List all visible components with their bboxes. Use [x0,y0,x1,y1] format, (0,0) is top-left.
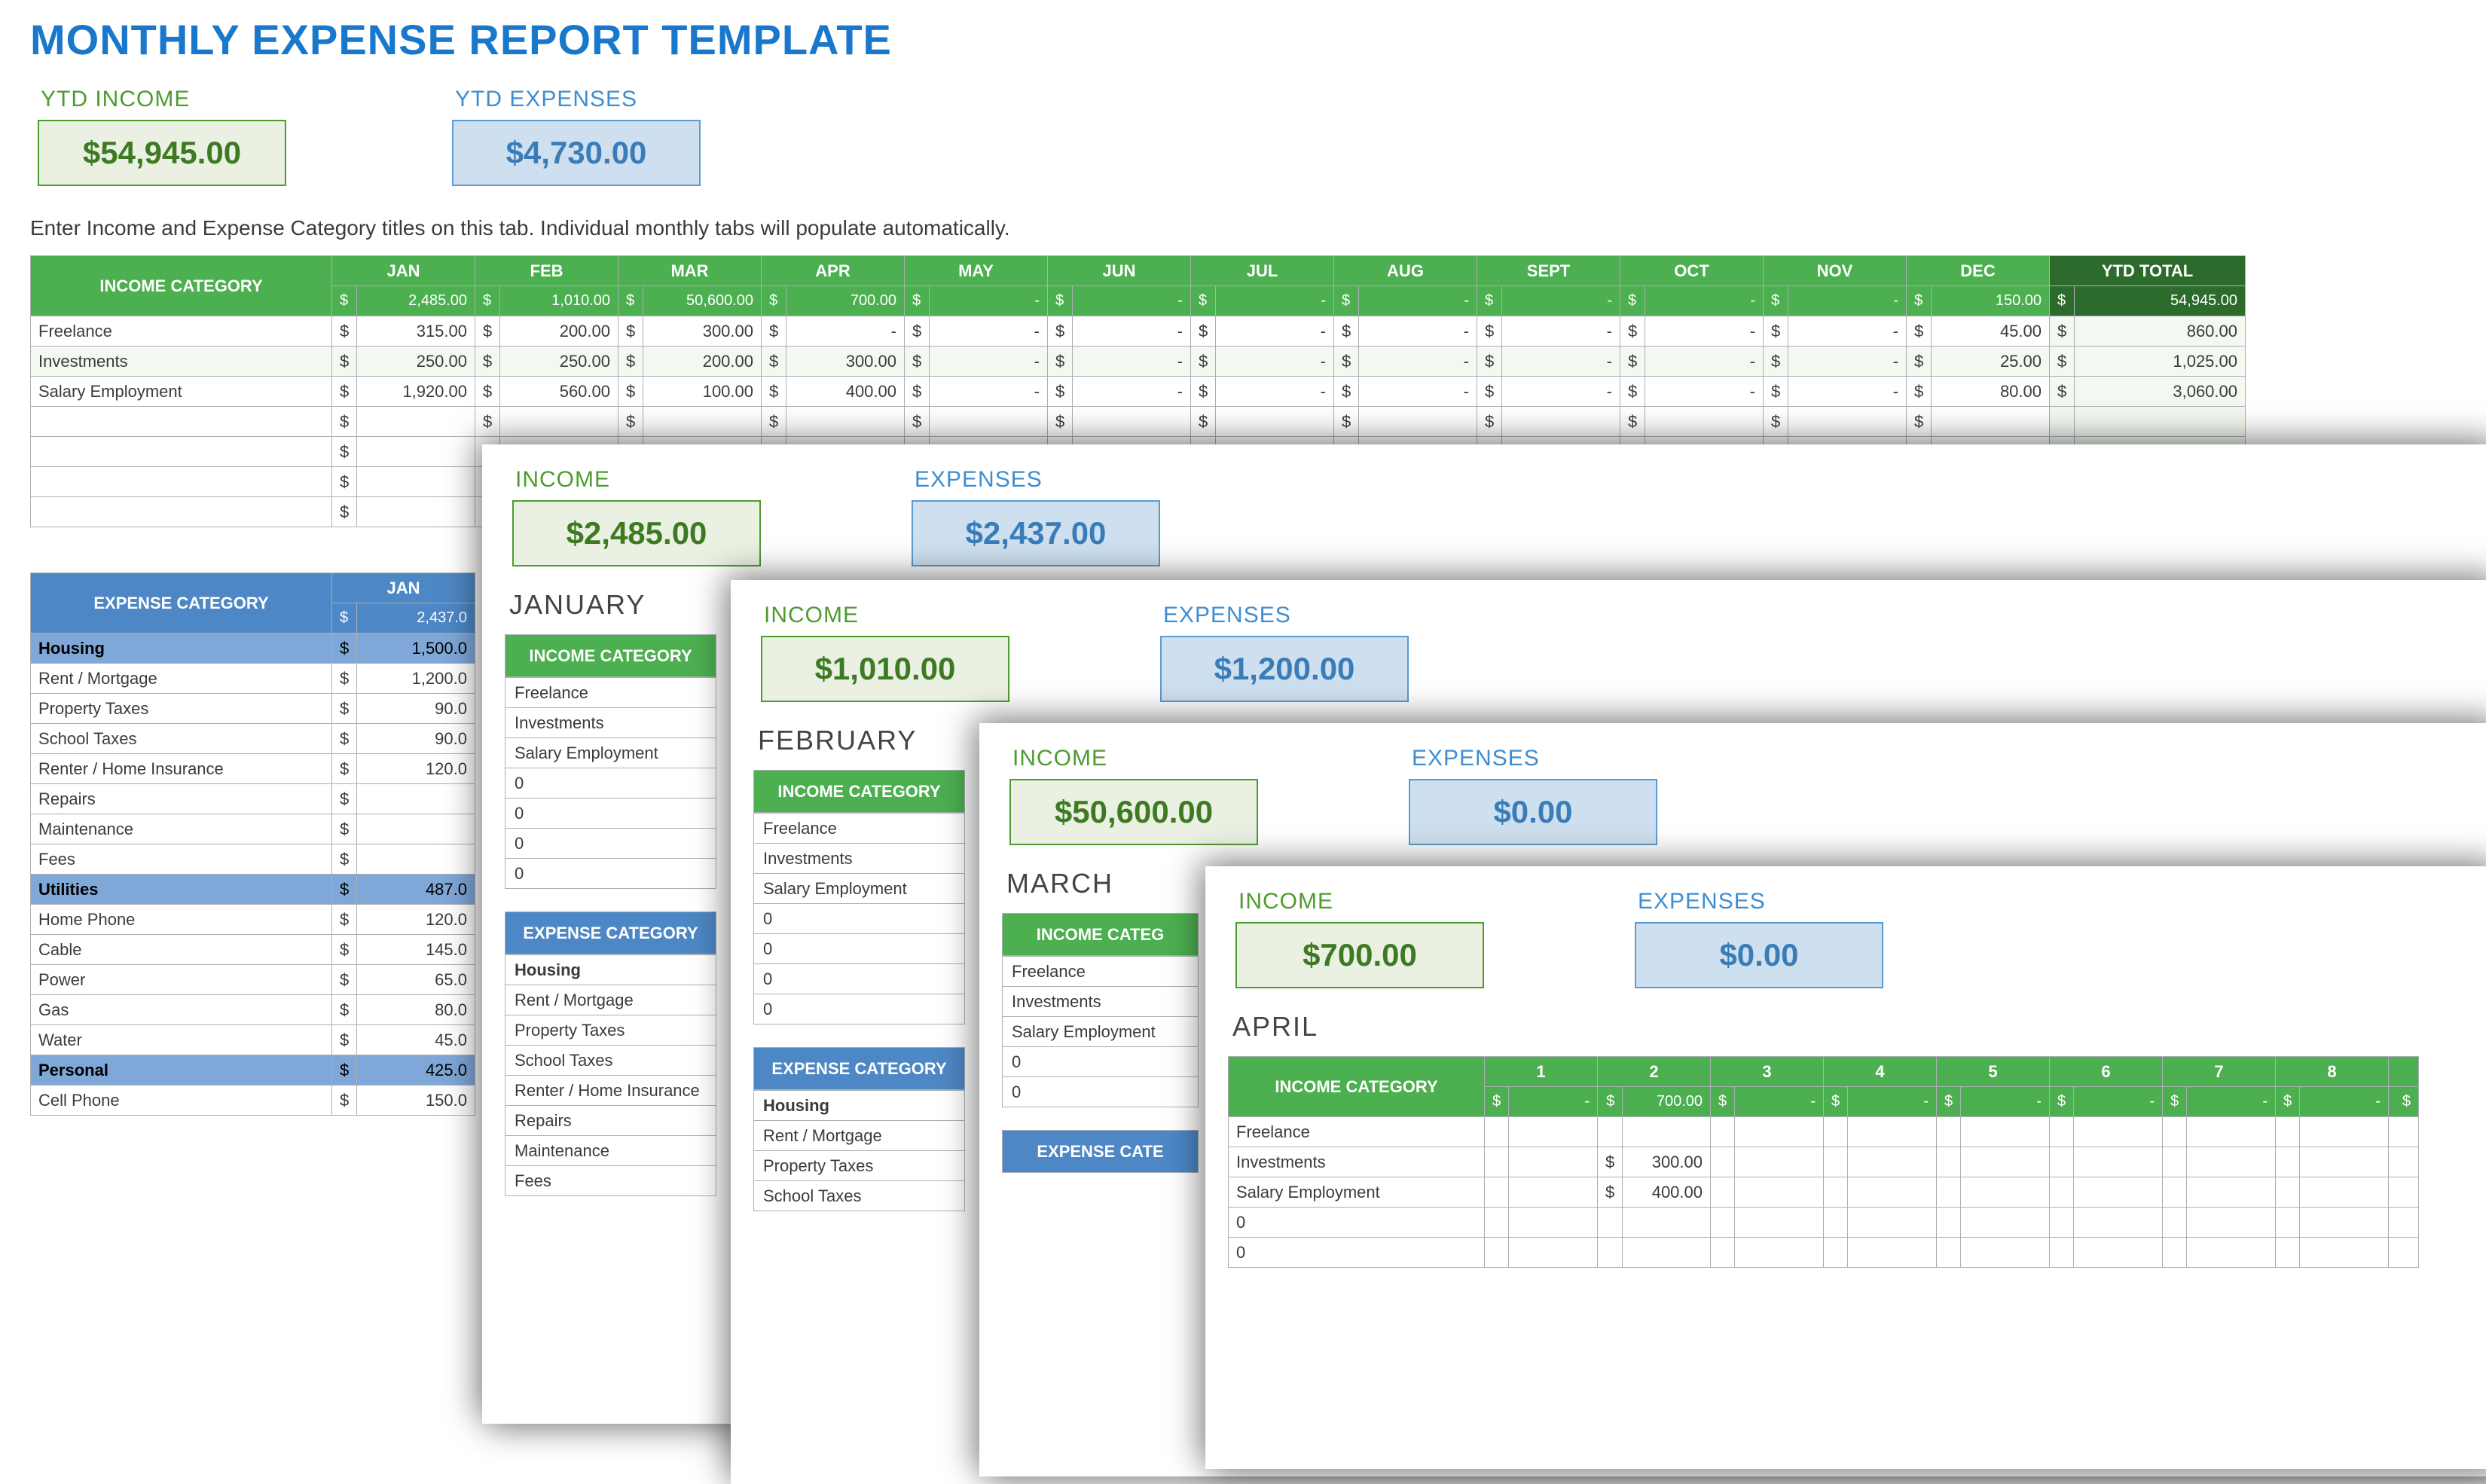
feb-expense-value: $1,200.00 [1160,636,1409,702]
apr-expense-label: EXPENSES [1638,889,1883,915]
ytd-income-block: YTD INCOME $54,945.00 [38,87,286,186]
ytd-income-value: $54,945.00 [38,120,286,186]
mar-expense-label: EXPENSES [1412,746,1657,771]
mar-expense-value: $0.00 [1409,779,1657,845]
feb-expense-label: EXPENSES [1163,603,1409,628]
ytd-expense-block: YTD EXPENSES $4,730.00 [452,87,701,186]
mar-income-label: INCOME [1012,746,1258,771]
instruction-text: Enter Income and Expense Category titles… [0,186,2486,255]
mar-income-items[interactable]: FreelanceInvestmentsSalary Employment00 [1002,956,1199,1107]
ytd-expense-value: $4,730.00 [452,120,701,186]
ytd-expense-label: YTD EXPENSES [455,87,701,112]
jan-expense-label: EXPENSES [915,467,1160,493]
feb-expense-list[interactable]: EXPENSE CATEGORY [753,1047,965,1090]
apr-daily-table[interactable]: INCOME CATEGORY12345678$-$700.00$-$-$-$-… [1228,1056,2419,1268]
jan-expense-list[interactable]: EXPENSE CATEGORY [505,911,716,954]
jan-income-list[interactable]: INCOME CATEGORY [505,634,716,677]
jan-income-label: INCOME [515,467,761,493]
jan-income-value: $2,485.00 [512,500,761,566]
mar-income-list[interactable]: INCOME CATEG [1002,913,1199,956]
feb-income-value: $1,010.00 [761,636,1009,702]
jan-income-items[interactable]: FreelanceInvestmentsSalary Employment000… [505,677,716,889]
mar-income-header: INCOME CATEG [1003,914,1199,956]
feb-expense-items[interactable]: HousingRent / MortgageProperty TaxesScho… [753,1090,965,1211]
jan-income-header: INCOME CATEGORY [505,635,716,677]
card-april: INCOME $700.00 EXPENSES $0.00 APRIL INCOME… [1205,866,2486,1469]
mar-income-value: $50,600.00 [1009,779,1258,845]
expense-jan-table[interactable]: EXPENSE CATEGORYJAN$2,437.0Housing$1,500… [30,573,475,1116]
jan-expense-header: EXPENSE CATEGORY [505,912,716,954]
kpi-row-ytd: YTD INCOME $54,945.00 YTD EXPENSES $4,73… [0,87,2486,186]
apr-income-value: $700.00 [1235,922,1484,988]
mar-expense-header: EXPENSE CATE [1003,1131,1199,1173]
feb-income-header: INCOME CATEGORY [754,771,965,813]
ytd-income-label: YTD INCOME [41,87,286,112]
jan-expense-value: $2,437.00 [912,500,1160,566]
feb-income-label: INCOME [764,603,1009,628]
feb-income-items[interactable]: FreelanceInvestmentsSalary Employment000… [753,813,965,1024]
feb-expense-header: EXPENSE CATEGORY [754,1048,965,1090]
apr-expense-value: $0.00 [1635,922,1883,988]
mar-expense-list[interactable]: EXPENSE CATE [1002,1130,1199,1173]
jan-expense-items[interactable]: HousingRent / MortgageProperty TaxesScho… [505,954,716,1196]
apr-income-label: INCOME [1238,889,1484,915]
page-title: MONTHLY EXPENSE REPORT TEMPLATE [0,0,2486,87]
apr-month-title: APRIL [1232,1011,2478,1043]
feb-income-list[interactable]: INCOME CATEGORY [753,770,965,813]
